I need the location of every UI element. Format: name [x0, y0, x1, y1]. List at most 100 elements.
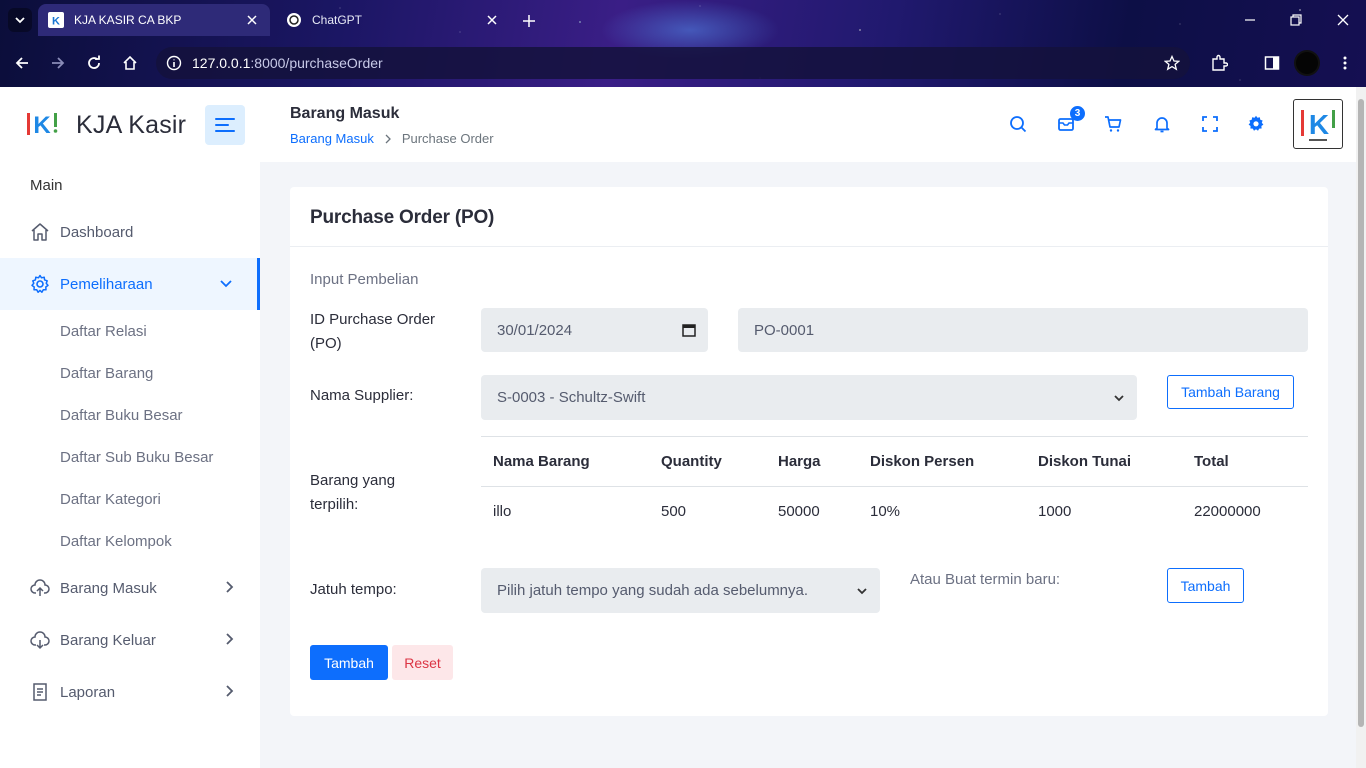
gear-icon — [31, 274, 49, 293]
chevron-down-icon — [15, 17, 25, 24]
home-button[interactable] — [117, 50, 143, 76]
chevron-right-icon — [226, 685, 234, 697]
sidebar-item-barang-keluar[interactable]: Barang Keluar — [0, 614, 260, 666]
submit-button[interactable]: Tambah — [310, 645, 388, 680]
page-header: Barang Masuk Barang Masuk Purchase Order… — [260, 87, 1356, 162]
purchase-order-card: Purchase Order (PO) Input Pembelian ID P… — [290, 187, 1328, 716]
supplier-label: Nama Supplier: — [310, 387, 414, 404]
reset-button[interactable]: Reset — [392, 645, 453, 680]
calendar-icon[interactable] — [682, 323, 696, 337]
svg-text:K: K — [33, 112, 51, 139]
due-date-select[interactable]: Pilih jatuh tempo yang sudah ada sebelum… — [481, 568, 880, 613]
sidebar-item-label: Dashboard — [60, 223, 134, 241]
table-cell: illo — [493, 503, 512, 520]
new-term-label: Atau Buat termin baru: — [910, 571, 1061, 588]
submenu-item-daftar-kelompok[interactable]: Daftar Kelompok — [0, 520, 260, 562]
section-label: Input Pembelian — [310, 271, 419, 288]
po-date-value: 30/01/2024 — [497, 321, 573, 339]
close-icon — [1337, 14, 1349, 26]
profile-button[interactable] — [1290, 46, 1324, 80]
side-panel-button[interactable] — [1259, 50, 1285, 76]
minimize-button[interactable] — [1238, 8, 1262, 32]
svg-text:K: K — [52, 16, 60, 28]
sidebar: K KJA Kasir Main Dashboard Pemeliharaan … — [0, 87, 260, 768]
sidebar-toggle-button[interactable] — [205, 105, 245, 145]
submenu-item-daftar-relasi[interactable]: Daftar Relasi — [0, 310, 260, 352]
search-button[interactable] — [1007, 113, 1029, 135]
page-scrollbar[interactable] — [1356, 87, 1366, 768]
puzzle-icon — [1212, 54, 1228, 71]
chevron-down-icon — [857, 587, 867, 594]
extensions-button[interactable] — [1206, 50, 1232, 76]
column-header: Harga — [778, 453, 821, 470]
arrow-left-icon — [15, 57, 28, 69]
cart-button[interactable] — [1102, 113, 1124, 135]
table-cell: 22000000 — [1194, 503, 1261, 520]
sidebar-item-barang-masuk[interactable]: Barang Masuk — [0, 562, 260, 614]
address-bar[interactable]: 127.0.0.1:8000/purchaseOrder — [156, 47, 1190, 79]
reload-icon — [88, 55, 100, 69]
document-icon — [33, 683, 47, 701]
sidebar-item-label: Barang Keluar — [60, 631, 156, 649]
close-window-button[interactable] — [1331, 8, 1355, 32]
profile-avatar-icon — [1294, 50, 1320, 76]
kja-logo-icon: K — [1301, 109, 1335, 141]
side-panel-icon — [1264, 56, 1280, 70]
browser-tab-kja[interactable]: K KJA KASIR CA BKP — [38, 4, 270, 36]
column-header: Total — [1194, 453, 1229, 470]
url-path: :8000/purchaseOrder — [250, 55, 383, 71]
close-tab-icon[interactable] — [484, 12, 500, 28]
table-cell: 50000 — [778, 503, 820, 520]
browser-chrome: K KJA KASIR CA BKP ChatGPT 127.0.0.1:800… — [0, 0, 1366, 87]
reload-button[interactable] — [81, 50, 107, 76]
po-id-value: PO-0001 — [754, 321, 815, 339]
selected-items-label: Barang yang terpilih: — [310, 472, 396, 513]
sidebar-item-label: Barang Masuk — [60, 579, 157, 597]
table-row[interactable]: illo 500 50000 10% 1000 22000000 — [481, 487, 1308, 536]
sidebar-item-dashboard[interactable]: Dashboard — [0, 206, 260, 258]
star-icon[interactable] — [1164, 55, 1180, 71]
submenu-item-daftar-kategori[interactable]: Daftar Kategori — [0, 478, 260, 520]
user-avatar[interactable]: K — [1293, 99, 1343, 149]
sidebar-item-laporan[interactable]: Laporan — [0, 666, 260, 718]
kja-logo-icon: K — [24, 109, 60, 141]
back-button[interactable] — [9, 50, 35, 76]
breadcrumb: Barang Masuk Purchase Order — [290, 131, 494, 146]
chevron-down-icon — [1114, 394, 1124, 401]
selected-items-table: Nama Barang Quantity Harga Diskon Persen… — [481, 436, 1308, 536]
card-title: Purchase Order (PO) — [310, 207, 495, 228]
supplier-value: S-0003 - Schultz-Swift — [497, 389, 646, 406]
url-text[interactable]: 127.0.0.1:8000/purchaseOrder — [192, 55, 1164, 71]
supplier-select[interactable]: S-0003 - Schultz-Swift — [481, 375, 1137, 420]
tab-title: KJA KASIR CA BKP — [74, 13, 182, 27]
browser-tab-chatgpt[interactable]: ChatGPT — [276, 4, 510, 36]
submenu-item-daftar-buku-besar[interactable]: Daftar Buku Besar — [0, 394, 260, 436]
arrow-right-icon — [52, 57, 65, 69]
submenu-item-daftar-sub-buku-besar[interactable]: Daftar Sub Buku Besar — [0, 436, 260, 478]
close-tab-icon[interactable] — [244, 12, 260, 28]
po-date-input[interactable]: 30/01/2024 — [481, 308, 708, 352]
add-term-button[interactable]: Tambah — [1167, 568, 1244, 603]
add-item-button[interactable]: Tambah Barang — [1167, 375, 1294, 409]
settings-button[interactable] — [1245, 113, 1267, 135]
tab-title: ChatGPT — [312, 13, 363, 27]
notification-button[interactable] — [1151, 113, 1173, 135]
sidebar-item-pemeliharaan[interactable]: Pemeliharaan — [0, 258, 260, 310]
browser-menu-button[interactable] — [1332, 50, 1358, 76]
forward-button[interactable] — [45, 50, 71, 76]
tab-search-button[interactable] — [8, 8, 32, 32]
mail-button[interactable]: 3 — [1055, 106, 1085, 135]
submenu-item-daftar-barang[interactable]: Daftar Barang — [0, 352, 260, 394]
mail-badge: 3 — [1070, 106, 1085, 121]
site-info-icon[interactable] — [166, 55, 182, 71]
kebab-menu-icon — [1343, 56, 1347, 70]
scrollbar-thumb[interactable] — [1358, 99, 1364, 727]
breadcrumb-link[interactable]: Barang Masuk — [290, 131, 374, 146]
minimize-icon — [1245, 19, 1255, 21]
restore-button[interactable] — [1284, 8, 1308, 32]
fullscreen-button[interactable] — [1199, 113, 1221, 135]
hamburger-menu-icon — [215, 118, 235, 132]
new-tab-button[interactable] — [518, 10, 540, 32]
plus-icon — [523, 15, 535, 27]
po-id-field: PO-0001 — [738, 308, 1308, 352]
